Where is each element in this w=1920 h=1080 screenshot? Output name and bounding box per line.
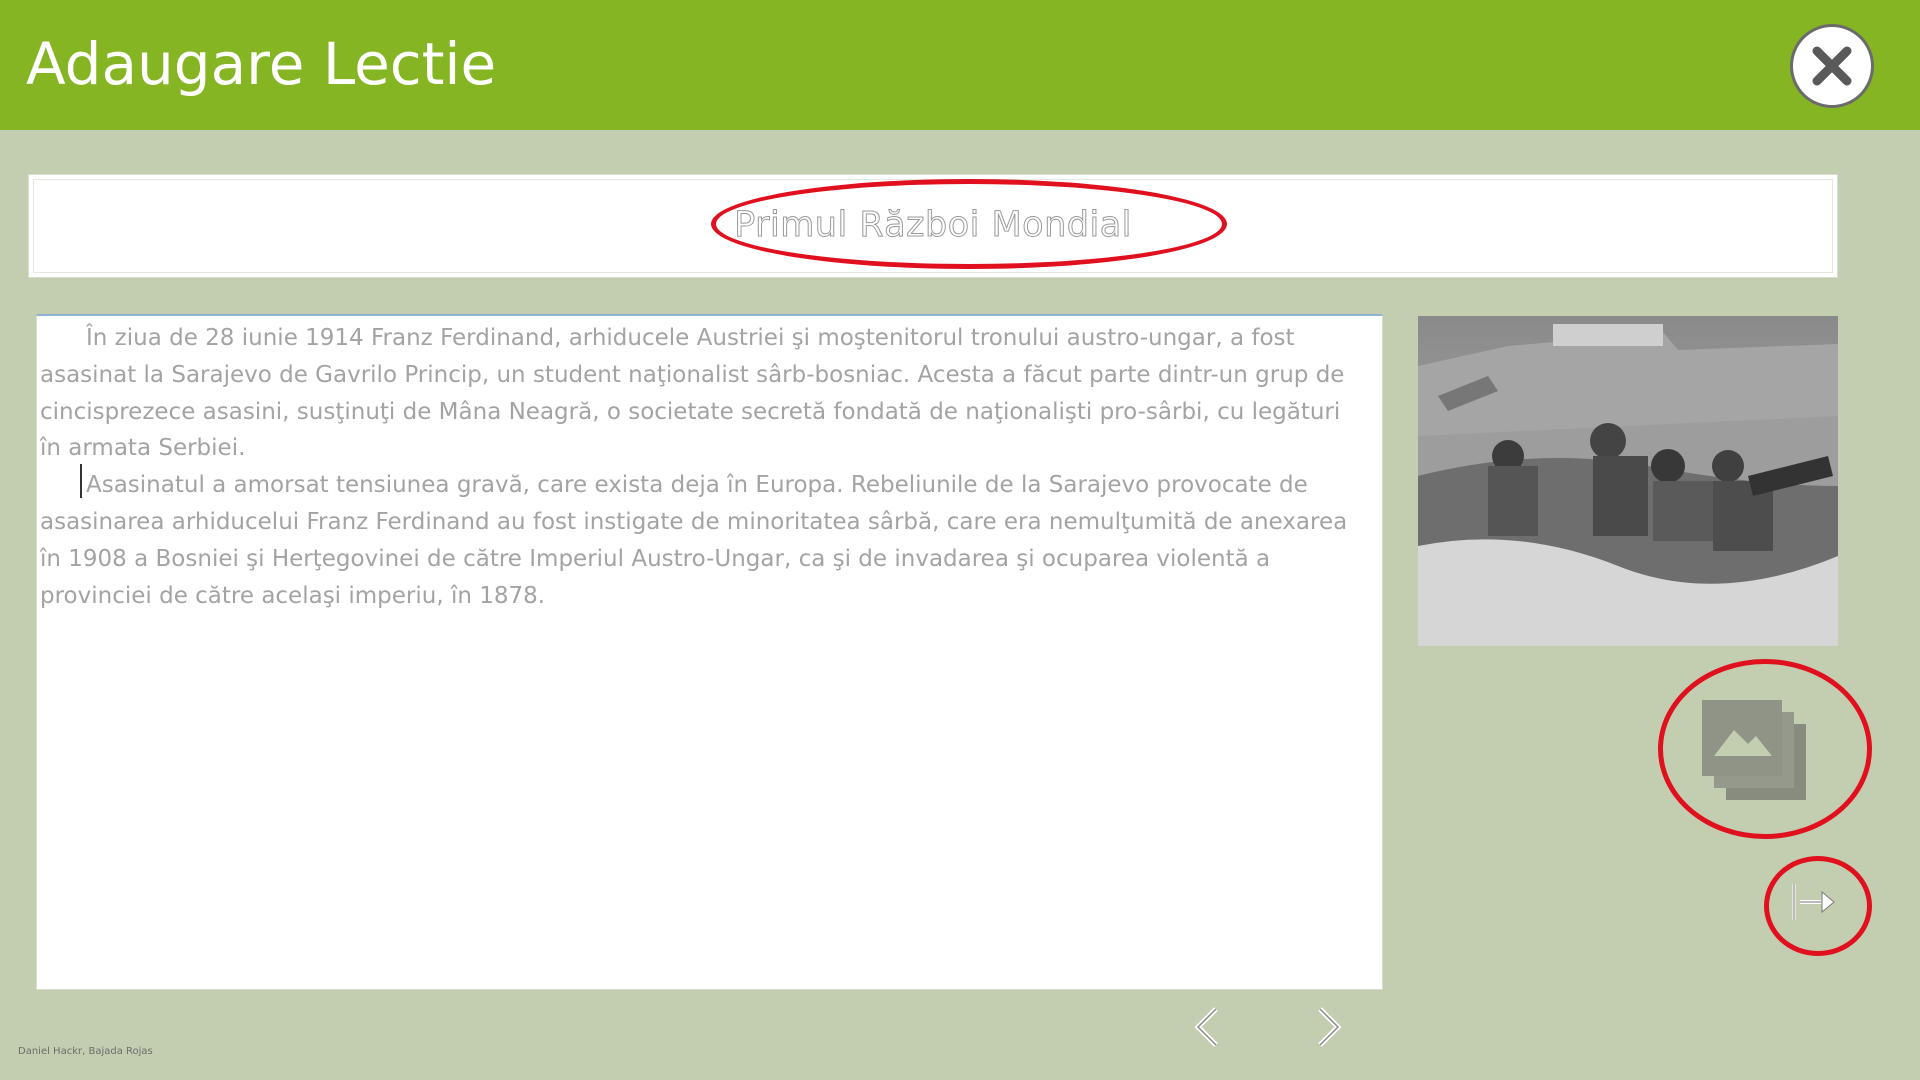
chevron-left-icon bbox=[1194, 1007, 1218, 1047]
lesson-title: Primul Război Mondial bbox=[734, 205, 1132, 246]
previous-button[interactable] bbox=[1190, 1005, 1224, 1049]
lesson-paragraph: În ziua de 28 iunie 1914 Franz Ferdinand… bbox=[40, 325, 1345, 462]
image-gallery-button[interactable] bbox=[1680, 674, 1820, 814]
page-title: Adaugare Lectie bbox=[26, 30, 497, 98]
text-caret bbox=[80, 464, 82, 498]
chevron-right-icon bbox=[1318, 1007, 1342, 1047]
lesson-content-editor[interactable]: În ziua de 28 iunie 1914 Franz Ferdinand… bbox=[36, 314, 1383, 990]
header-bar: Adaugare Lectie bbox=[0, 0, 1920, 130]
photo-image bbox=[1418, 316, 1838, 646]
lesson-paragraph: Asasinatul a amorsat tensiunea gravă, ca… bbox=[40, 472, 1348, 609]
lesson-title-field[interactable]: Primul Război Mondial bbox=[28, 174, 1838, 278]
close-button[interactable] bbox=[1790, 24, 1874, 108]
close-icon bbox=[1812, 46, 1852, 86]
next-button[interactable] bbox=[1312, 1005, 1346, 1049]
exit-button[interactable] bbox=[1782, 874, 1846, 930]
footer-credit: Daniel Hackr, Bajada Rojas bbox=[18, 1046, 153, 1057]
exit-arrow-icon bbox=[1792, 884, 1835, 920]
lesson-image bbox=[1418, 316, 1838, 646]
image-gallery-icon bbox=[1702, 700, 1806, 800]
